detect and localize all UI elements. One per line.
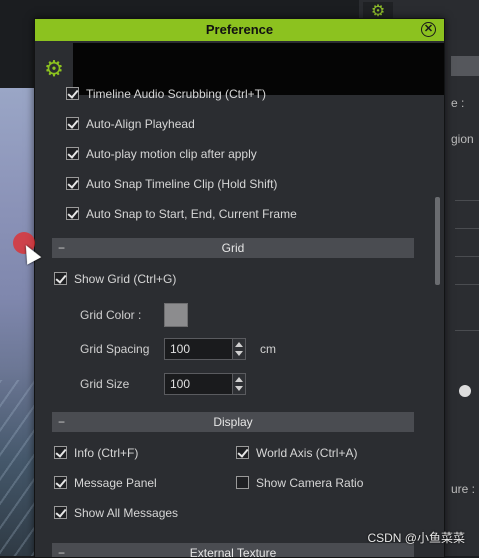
scrollbar-thumb[interactable] [435,197,440,285]
preference-dialog: Preference ✕ ⚙ Timeline Audio Scrubbing … [34,18,445,558]
checkbox[interactable] [66,117,79,130]
preference-content: Timeline Audio Scrubbing (Ctrl+T) Auto-A… [35,87,444,557]
checkbox[interactable] [66,177,79,190]
background-right-panel: e : gion ure : [445,40,479,556]
divider [455,256,479,257]
option-label: Auto-Align Playhead [86,117,195,131]
option-label: Auto-play motion clip after apply [86,147,257,161]
checkbox[interactable] [54,506,67,519]
grid-size-stepper[interactable]: 100 [164,373,246,395]
option-label: Auto Snap to Start, End, Current Frame [86,207,297,221]
checkbox[interactable] [54,272,67,285]
panel-strip [451,56,479,76]
panel-text: ure : [451,482,476,496]
checkbox[interactable] [66,207,79,220]
section-header-display[interactable]: − Display [52,412,414,432]
checkbox[interactable] [66,87,79,100]
divider [455,284,479,285]
stepper-buttons[interactable] [232,374,245,394]
stepper-down-icon[interactable] [235,351,243,356]
option-label: Auto Snap Timeline Clip (Hold Shift) [86,177,278,191]
section-header-grid[interactable]: − Grid [52,238,414,258]
option-label: Show All Messages [74,506,179,520]
scrollbar-track[interactable] [433,97,441,557]
grid-size-label: Grid Size [80,377,130,391]
viewport-grid-lines [0,380,38,556]
divider [455,200,479,201]
grid-spacing-label: Grid Spacing [80,342,150,356]
checkbox[interactable] [54,476,67,489]
grid-size-value[interactable]: 100 [170,374,190,394]
checkbox[interactable] [236,476,249,489]
dialog-titlebar[interactable]: Preference ✕ [35,19,444,41]
grid-color-swatch[interactable] [164,303,188,327]
panel-text: gion [451,132,474,146]
option-label: Show Camera Ratio [256,476,364,490]
watermark: CSDN @小鱼菜菜 [367,531,465,545]
panel-text: e : [451,96,465,110]
stepper-up-icon[interactable] [235,377,243,382]
checkbox[interactable] [236,446,249,459]
close-icon[interactable]: ✕ [421,22,436,37]
stepper-buttons[interactable] [232,339,245,359]
option-label: Timeline Audio Scrubbing (Ctrl+T) [86,87,266,101]
divider [455,228,479,229]
stepper-down-icon[interactable] [235,386,243,391]
option-label: Message Panel [74,476,157,490]
section-title: Grid [221,241,245,255]
grid-spacing-unit: cm [260,342,276,356]
grid-spacing-value[interactable]: 100 [170,339,190,359]
grid-spacing-stepper[interactable]: 100 [164,338,246,360]
dialog-title: Preference [205,22,274,37]
checkbox[interactable] [66,147,79,160]
option-label: World Axis (Ctrl+A) [256,446,358,460]
section-title: Display [213,415,253,429]
checkbox[interactable] [54,446,67,459]
grid-color-label: Grid Color : [80,308,142,322]
stepper-up-icon[interactable] [235,342,243,347]
divider [455,330,479,331]
option-label: Info (Ctrl+F) [74,446,139,460]
option-label: Show Grid (Ctrl+G) [74,272,177,286]
slider-knob[interactable] [459,385,471,397]
